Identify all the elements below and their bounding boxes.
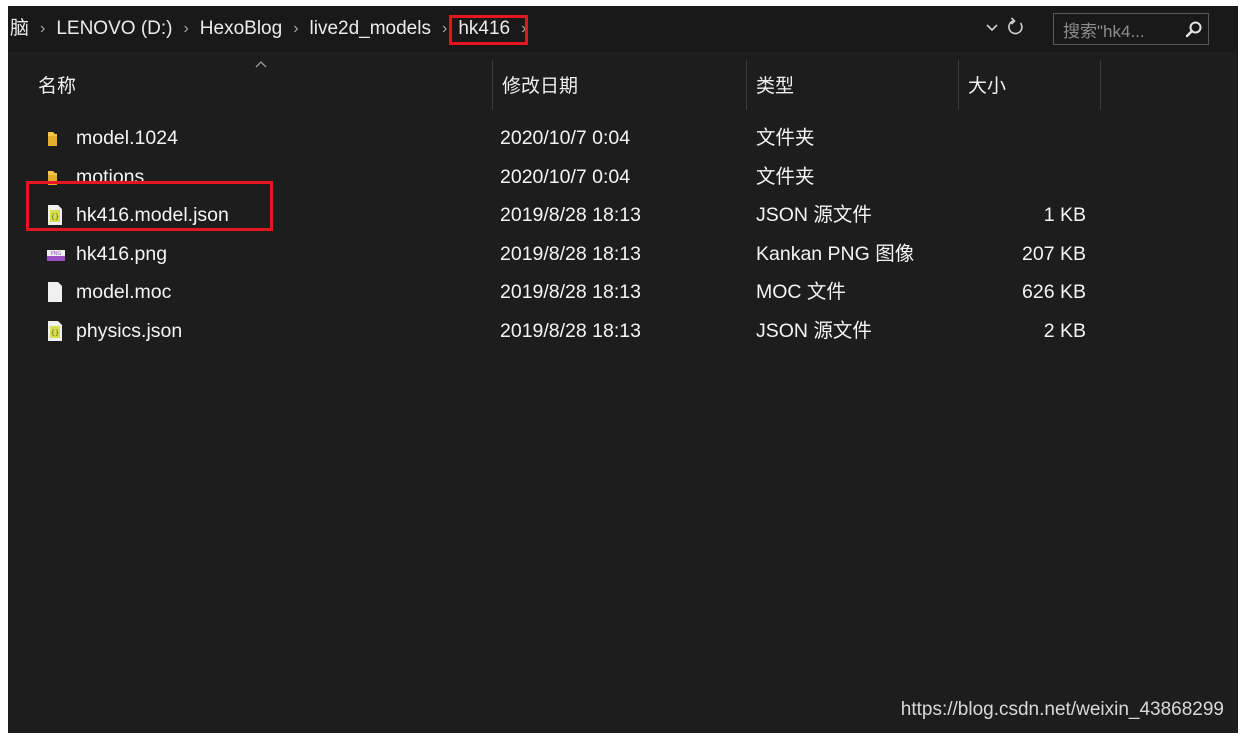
breadcrumb-item-live2d-models[interactable]: live2d_models (303, 6, 438, 52)
file-name: hk416.model.json (76, 204, 229, 226)
file-modified: 2019/8/28 18:13 (500, 281, 641, 303)
png-file-icon: PNG (46, 235, 68, 274)
file-type: 文件夹 (756, 165, 815, 188)
breadcrumb-current-label: hk416 (458, 18, 511, 39)
search-input[interactable]: 搜索"hk4... (1053, 13, 1209, 45)
column-header-name-label: 名称 (38, 76, 77, 97)
file-type: JSON 源文件 (756, 204, 872, 226)
breadcrumb-item-this-pc[interactable]: 脑 (8, 6, 36, 52)
file-type: JSON 源文件 (756, 319, 872, 342)
file-type: 文件夹 (756, 127, 815, 149)
column-header-type[interactable]: 类型 (746, 52, 958, 112)
breadcrumb-separator-icon[interactable]: › (179, 20, 192, 38)
breadcrumb-item-drive[interactable]: LENOVO (D:) (49, 6, 179, 52)
file-size: 2 KB (1043, 319, 1086, 342)
file-name: model.1024 (76, 127, 178, 149)
file-name: motions (76, 165, 145, 188)
refresh-icon[interactable] (1004, 16, 1028, 42)
search-placeholder[interactable]: 搜索"hk4... (1054, 17, 1180, 42)
breadcrumb-separator-icon[interactable]: › (289, 20, 302, 38)
file-list: model.1024 2020/10/7 0:04 文件夹 motions 20… (8, 119, 1238, 350)
file-row[interactable]: model.moc 2019/8/28 18:13 MOC 文件 626 KB (8, 273, 1238, 312)
json-file-icon: {} (46, 312, 68, 351)
breadcrumb-separator-icon[interactable]: › (36, 20, 49, 38)
file-type: MOC 文件 (756, 281, 846, 303)
breadcrumb-separator-icon[interactable]: › (438, 20, 451, 38)
file-size: 207 KB (1022, 242, 1086, 265)
column-divider[interactable] (1100, 60, 1101, 110)
chevron-down-icon[interactable] (980, 20, 1004, 39)
column-header-modified[interactable]: 修改日期 (492, 52, 746, 112)
svg-text:{}: {} (51, 329, 59, 337)
folder-icon (46, 158, 68, 197)
address-bar[interactable]: 脑 › LENOVO (D:) › HexoBlog › live2d_mode… (8, 6, 1238, 52)
file-explorer-window: 脑 › LENOVO (D:) › HexoBlog › live2d_mode… (8, 6, 1238, 733)
file-modified: 2020/10/7 0:04 (500, 127, 631, 149)
file-row[interactable]: motions 2020/10/7 0:04 文件夹 (8, 158, 1238, 197)
column-header-size-label: 大小 (968, 76, 1007, 97)
json-file-icon: {} (46, 196, 68, 235)
file-modified: 2019/8/28 18:13 (500, 319, 641, 342)
svg-text:{}: {} (51, 213, 59, 221)
file-modified: 2019/8/28 18:13 (500, 204, 641, 226)
breadcrumb-separator-icon[interactable]: › (517, 20, 530, 38)
breadcrumb-item-current-folder[interactable]: hk416 (449, 6, 529, 52)
file-type: Kankan PNG 图像 (756, 242, 915, 265)
file-row[interactable]: PNG hk416.png 2019/8/28 18:13 Kankan PNG… (8, 235, 1238, 274)
column-header-size[interactable]: 大小 (958, 52, 1100, 112)
breadcrumb-item-hexoblog[interactable]: HexoBlog (193, 6, 289, 52)
sort-ascending-icon (254, 56, 268, 74)
breadcrumb[interactable]: 脑 › LENOVO (D:) › HexoBlog › live2d_mode… (8, 6, 530, 52)
column-header-type-label: 类型 (756, 76, 795, 97)
file-modified: 2020/10/7 0:04 (500, 165, 631, 188)
folder-icon (46, 119, 68, 158)
file-row[interactable]: model.1024 2020/10/7 0:04 文件夹 (8, 119, 1238, 158)
file-name: hk416.png (76, 242, 168, 265)
watermark: https://blog.csdn.net/weixin_43868299 (900, 699, 1224, 720)
file-size: 626 KB (1022, 281, 1086, 303)
column-headers: 名称 修改日期 类型 大小 (8, 52, 1238, 122)
file-name: physics.json (76, 319, 183, 342)
file-icon (46, 273, 68, 312)
column-header-modified-label: 修改日期 (502, 76, 579, 97)
file-size (958, 158, 1086, 197)
search-icon[interactable] (1180, 15, 1208, 43)
file-size (958, 119, 1086, 158)
file-row[interactable]: {} hk416.model.json 2019/8/28 18:13 JSON… (8, 196, 1238, 235)
svg-text:PNG: PNG (51, 251, 62, 257)
file-size: 1 KB (1043, 204, 1086, 226)
address-controls (980, 6, 1028, 52)
file-name: model.moc (76, 281, 172, 303)
file-modified: 2019/8/28 18:13 (500, 242, 641, 265)
file-row[interactable]: {} physics.json 2019/8/28 18:13 JSON 源文件… (8, 312, 1238, 351)
